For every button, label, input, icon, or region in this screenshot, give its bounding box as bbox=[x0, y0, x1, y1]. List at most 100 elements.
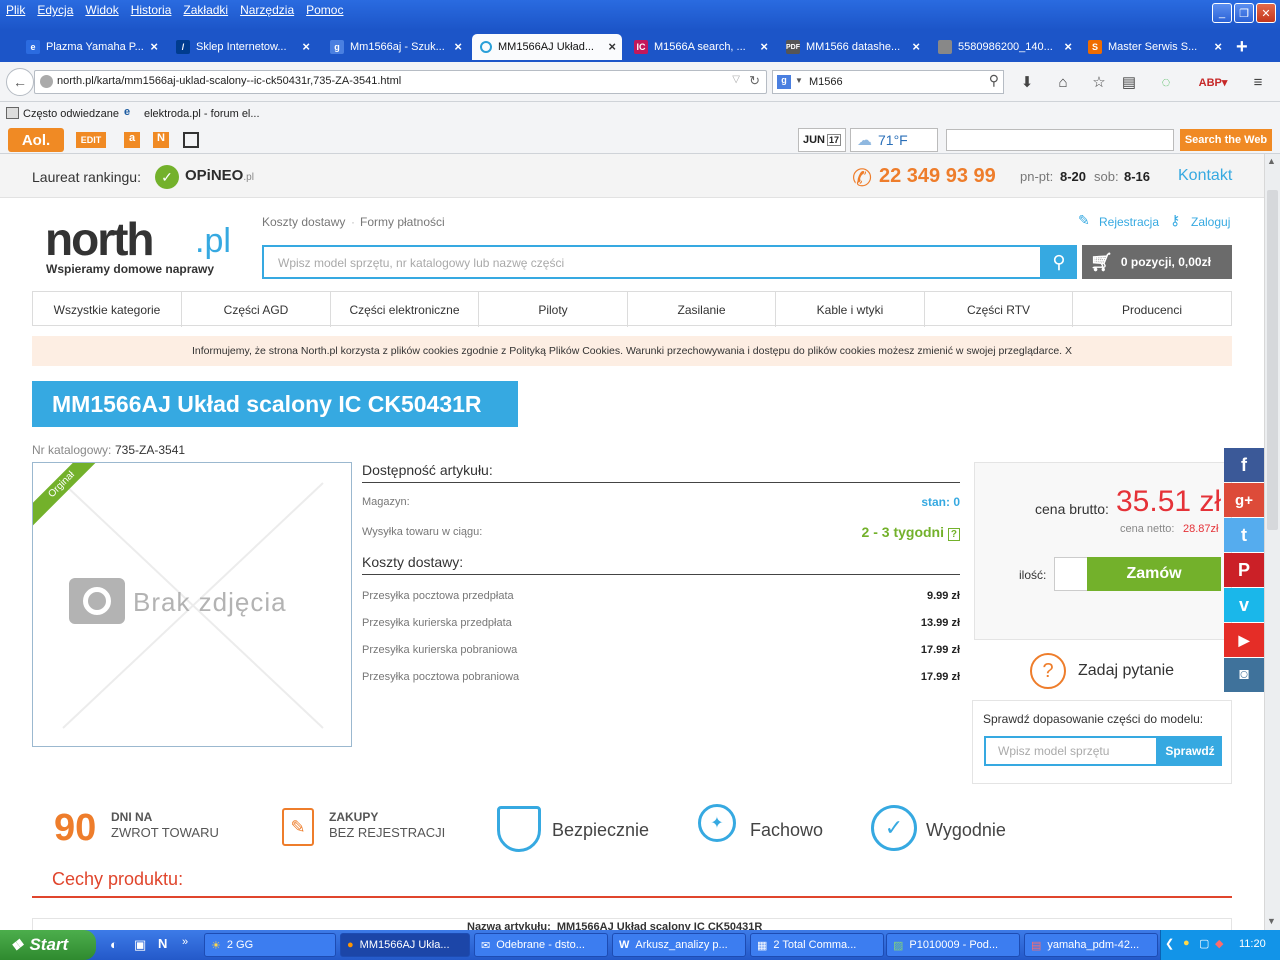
close-icon[interactable]: × bbox=[1064, 39, 1072, 54]
hamburger-menu-icon[interactable]: ≡ bbox=[1248, 72, 1268, 92]
bookmark-elektroda[interactable]: elektroda.pl - forum el... bbox=[144, 108, 260, 120]
phone-number[interactable]: 22 349 93 99 bbox=[879, 165, 996, 188]
home-icon[interactable]: ⌂ bbox=[1053, 72, 1073, 92]
new-tab-icon[interactable]: + bbox=[1236, 36, 1248, 59]
tray-icon[interactable]: ◆ bbox=[1215, 937, 1223, 950]
north-logo[interactable]: north .pl Wspieramy domowe naprawy bbox=[45, 212, 245, 284]
search-icon[interactable]: ⚲ bbox=[989, 72, 999, 89]
tab-plazma-yamaha[interactable]: e Plazma Yamaha P... × bbox=[18, 34, 164, 60]
reading-list-icon[interactable]: ▤ bbox=[1119, 72, 1139, 92]
opineo-logo[interactable]: OPiNEO.pl bbox=[185, 167, 254, 184]
taskbar-image-viewer[interactable]: ▨ P1010009 - Pod... bbox=[886, 933, 1020, 957]
cart-button[interactable]: 🛒︎ 0 pozycji, 0,00zł bbox=[1082, 245, 1232, 279]
tab-mm1566aj-active[interactable]: MM1566AJ Układ... × bbox=[472, 34, 622, 60]
twitter-icon[interactable]: t bbox=[1224, 518, 1264, 552]
menu-plik[interactable]: Plik bbox=[0, 0, 31, 22]
expand-icon[interactable]: » bbox=[182, 936, 188, 948]
close-icon[interactable]: × bbox=[760, 39, 768, 54]
order-button[interactable]: Zamów bbox=[1087, 557, 1221, 591]
close-icon[interactable]: × bbox=[302, 39, 310, 54]
payment-methods-link[interactable]: Formy płatności bbox=[360, 215, 445, 229]
tray-icon[interactable]: ▢ bbox=[1199, 937, 1209, 950]
aol-edit-button[interactable]: EDIT bbox=[76, 132, 106, 148]
reload-icon[interactable]: ↻ bbox=[749, 73, 760, 89]
start-button[interactable]: ❖ Start bbox=[0, 930, 96, 960]
tab-google-search[interactable]: g Mm1566aj - Szuk... × bbox=[322, 34, 468, 60]
category-rtv[interactable]: Części RTV bbox=[925, 292, 1073, 327]
category-cables[interactable]: Kable i wtyki bbox=[776, 292, 925, 327]
taskbar-pdf[interactable]: ▤ yamaha_pdm-42... bbox=[1024, 933, 1158, 957]
category-remotes[interactable]: Piloty bbox=[479, 292, 628, 327]
tray-icon[interactable]: ● bbox=[1183, 937, 1190, 949]
close-window-button[interactable]: ✕ bbox=[1256, 3, 1276, 23]
clock[interactable]: 11:20 bbox=[1239, 938, 1266, 950]
close-icon[interactable]: × bbox=[454, 39, 462, 54]
category-all[interactable]: Wszystkie kategorie bbox=[33, 292, 182, 327]
aol-mail-icon[interactable]: a bbox=[124, 132, 140, 148]
youtube-icon[interactable]: ▶ bbox=[1224, 623, 1264, 657]
download-icon[interactable]: ⬇ bbox=[1017, 72, 1037, 92]
tab-master-serwis[interactable]: S Master Serwis S... × bbox=[1080, 34, 1228, 60]
question-icon[interactable]: ? bbox=[1030, 653, 1066, 689]
taskbar-total-commander[interactable]: ▦ 2 Total Comma... bbox=[750, 933, 884, 957]
close-icon[interactable]: × bbox=[912, 39, 920, 54]
vimeo-icon[interactable]: v bbox=[1224, 588, 1264, 622]
quicklaunch-icon[interactable]: N bbox=[158, 936, 167, 951]
model-check-input[interactable]: Wpisz model sprzętu bbox=[984, 736, 1158, 766]
page-scrollbar[interactable]: ▲ ▼ bbox=[1264, 154, 1280, 930]
menu-narzedzia[interactable]: Narzędzia bbox=[234, 0, 300, 22]
weather-widget[interactable]: ☁ 71°F bbox=[850, 128, 938, 152]
adblock-icon[interactable]: ABP▾ bbox=[1199, 72, 1228, 92]
bookmark-czesto-odwiedzane[interactable]: Często odwiedzane bbox=[23, 108, 119, 120]
bookmark-star-icon[interactable]: ☆ bbox=[1089, 72, 1109, 92]
menu-historia[interactable]: Historia bbox=[125, 0, 178, 22]
tab-m1566a-search[interactable]: IC M1566A search, ... × bbox=[626, 34, 774, 60]
search-the-web-button[interactable]: Search the Web bbox=[1180, 129, 1272, 151]
scroll-down-icon[interactable]: ▼ bbox=[1267, 916, 1276, 926]
aol-logo[interactable]: Aol. bbox=[8, 128, 64, 152]
instagram-icon[interactable]: ◙ bbox=[1224, 658, 1264, 692]
tray-expand-icon[interactable]: ❮ bbox=[1165, 937, 1174, 950]
product-search-input[interactable]: Wpisz model sprzętu, nr katalogowy lub n… bbox=[262, 245, 1042, 279]
quicklaunch-icon[interactable]: ▣ bbox=[134, 937, 146, 953]
category-producers[interactable]: Producenci bbox=[1073, 292, 1231, 327]
quicklaunch-icon[interactable]: ◐ bbox=[110, 937, 118, 952]
chevron-down-icon[interactable]: ▼ bbox=[795, 76, 803, 85]
sync-icon[interactable]: ◌ bbox=[1156, 72, 1176, 92]
facebook-icon[interactable]: f bbox=[1224, 448, 1264, 482]
product-image[interactable]: Orginał Brak zdjęcia bbox=[32, 462, 352, 747]
category-electronics[interactable]: Części elektroniczne bbox=[331, 292, 479, 327]
scroll-up-icon[interactable]: ▲ bbox=[1267, 156, 1276, 166]
close-icon[interactable]: × bbox=[1214, 39, 1222, 54]
taskbar-firefox[interactable]: ● MM1566AJ Ukła... bbox=[340, 933, 470, 957]
menu-zakladki[interactable]: Zakładki bbox=[177, 0, 234, 22]
close-icon[interactable]: × bbox=[608, 39, 616, 54]
category-power[interactable]: Zasilanie bbox=[628, 292, 776, 327]
model-check-button[interactable]: Sprawdź bbox=[1158, 736, 1222, 766]
category-agd[interactable]: Części AGD bbox=[182, 292, 331, 327]
aol-news-icon[interactable]: N bbox=[153, 132, 169, 148]
login-link[interactable]: Zaloguj bbox=[1191, 215, 1230, 229]
menu-widok[interactable]: Widok bbox=[79, 0, 124, 22]
minimize-button[interactable]: _ bbox=[1212, 3, 1232, 23]
register-link[interactable]: Rejestracja bbox=[1099, 215, 1159, 229]
ask-question-link[interactable]: Zadaj pytanie bbox=[1078, 662, 1174, 680]
search-engine-box[interactable]: g ▼ M1566 ⚲ bbox=[772, 70, 1004, 94]
tab-5580986200[interactable]: 5580986200_140... × bbox=[930, 34, 1078, 60]
quantity-input[interactable] bbox=[1054, 557, 1088, 591]
search-button[interactable]: ⚲ bbox=[1041, 245, 1077, 279]
taskbar-word[interactable]: W Arkusz_analizy p... bbox=[612, 933, 746, 957]
aol-shopping-icon[interactable] bbox=[183, 132, 199, 148]
dropdown-arrow-icon[interactable]: ▽ bbox=[732, 74, 740, 85]
cookie-notice[interactable]: Informujemy, że strona North.pl korzysta… bbox=[32, 336, 1232, 366]
pinterest-icon[interactable]: P bbox=[1224, 553, 1264, 587]
shipping-costs-link[interactable]: Koszty dostawy bbox=[262, 215, 345, 229]
menu-edycja[interactable]: Edycja bbox=[31, 0, 79, 22]
close-icon[interactable]: × bbox=[150, 39, 158, 54]
url-bar[interactable]: north.pl/karta/mm1566aj-uklad-scalony--i… bbox=[34, 70, 767, 94]
restore-button[interactable]: ❐ bbox=[1234, 3, 1254, 23]
tab-sklep[interactable]: / Sklep Internetow... × bbox=[168, 34, 316, 60]
back-arrow-icon[interactable]: ← bbox=[6, 68, 34, 96]
help-icon[interactable]: ? bbox=[947, 527, 960, 541]
taskbar-mail[interactable]: ✉ Odebrane - dsto... bbox=[474, 933, 608, 957]
